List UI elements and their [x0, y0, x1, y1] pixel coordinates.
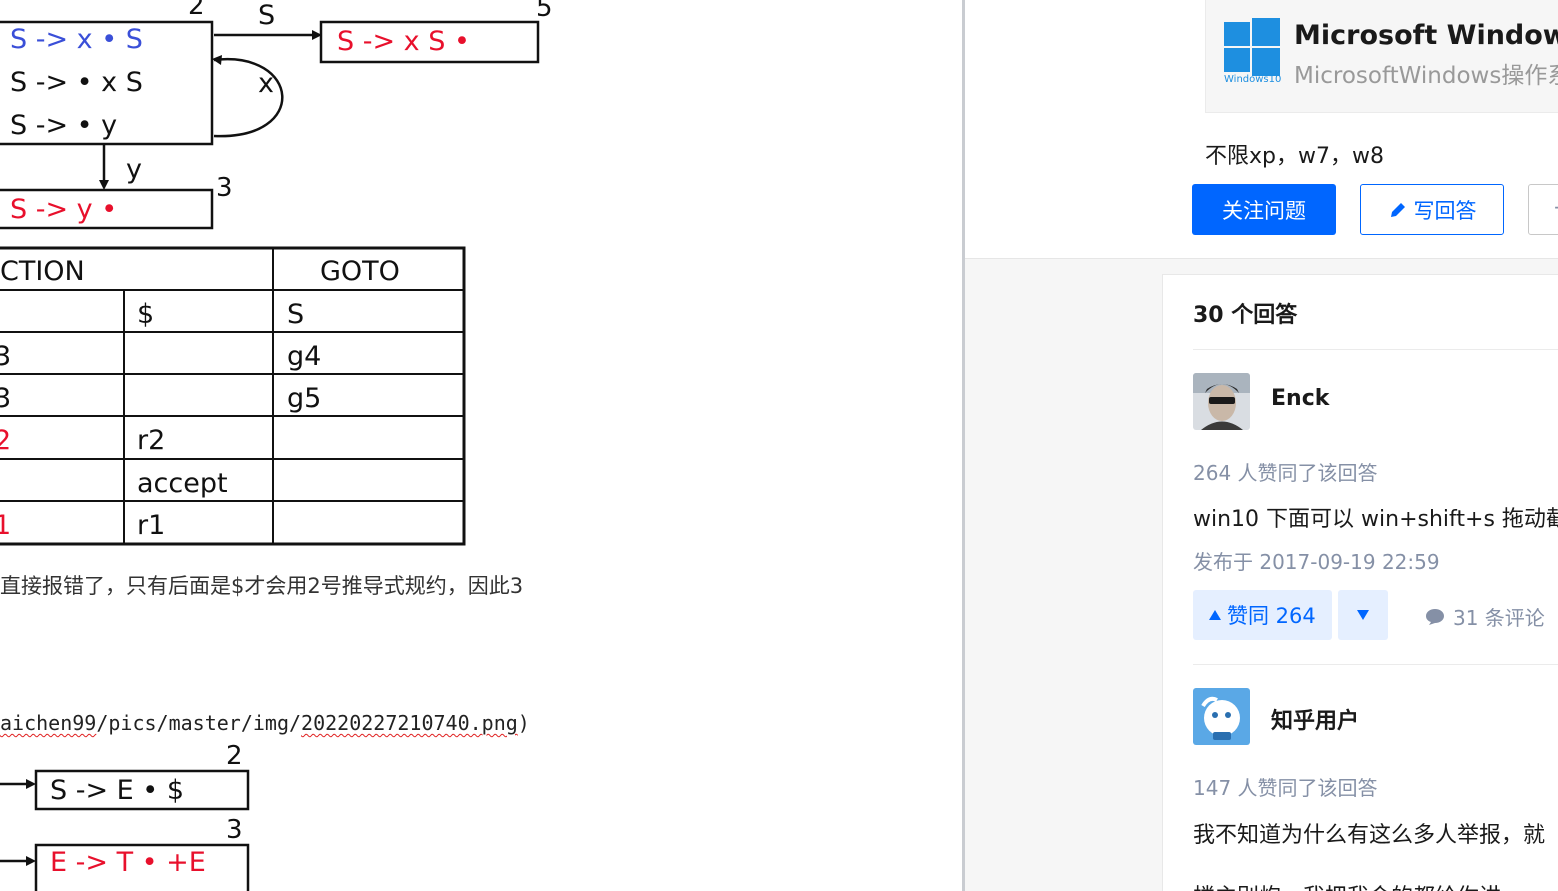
windows-logo-text: Windows10 [1224, 74, 1282, 85]
lr-state-diagram-bottom: 2 S -> E • $ 3 E -> T • +E [0, 741, 250, 891]
md-link-part-4: ) [517, 711, 530, 735]
write-answer-button[interactable]: 写回答 [1360, 184, 1504, 235]
answer-excerpt[interactable]: 我不知道为什么有这么多人举报，就 [1193, 817, 1545, 849]
md-link-part-1: aichen99 [0, 711, 97, 735]
state5-item: S -> x S • [337, 26, 470, 57]
avatar[interactable] [1193, 688, 1250, 745]
comments-label: 31 条评论 [1453, 606, 1545, 630]
invite-button[interactable]: + [1528, 184, 1558, 235]
votes-summary: 147 人赞同了该回答 [1193, 776, 1378, 800]
subheader-dollar: $ [137, 299, 154, 330]
divider [1193, 349, 1558, 350]
invite-button-label: + [1553, 195, 1558, 219]
default-avatar-icon [1193, 688, 1250, 745]
state3-bottom-item: E -> T • +E [50, 847, 206, 878]
windows-logo-icon [1224, 18, 1282, 76]
downvote-button[interactable] [1338, 590, 1388, 640]
state2-item-1: S -> x • S [10, 24, 143, 55]
publish-date[interactable]: 发布于 2017-09-19 22:59 [1193, 546, 1440, 575]
answers-count: 30 个回答 [1193, 303, 1298, 328]
left-document-pane: 2 S -> x • S S -> • x S S -> • y S 5 S -… [0, 0, 964, 891]
state-number-5: 5 [536, 0, 553, 23]
follow-question-button[interactable]: 关注问题 [1192, 184, 1336, 235]
zhihu-pane: Windows10 Microsoft Windows MicrosoftWin… [965, 0, 1558, 891]
answers-list: 30 个回答 Enck 264 人赞同了该回答 win10 下面可以 win+s… [1162, 274, 1558, 891]
parse-table: CTION GOTO $ S 3 g4 3 g5 2 r2 accept 1 r… [0, 246, 466, 546]
state-number-2: 2 [188, 0, 205, 21]
cell-r1-c3: g4 [287, 341, 321, 372]
edge-label-y: y [126, 154, 142, 185]
triangle-up-icon [1209, 610, 1221, 620]
md-link-part-2: /pics/master/img/ [96, 711, 302, 735]
cell-r2-c1: 3 [0, 383, 11, 414]
question-description: 不限xp，w7，w8 [1205, 144, 1384, 169]
lr-state-diagram-top: 2 S -> x • S S -> • x S S -> • y S 5 S -… [0, 0, 553, 230]
comment-bubble-icon [1426, 608, 1444, 625]
subheader-s: S [287, 299, 304, 330]
write-answer-label: 写回答 [1413, 198, 1477, 223]
state3-item: S -> y • [10, 194, 117, 225]
state2-item-3: S -> • y [10, 110, 117, 141]
state2-item-2: S -> • x S [10, 67, 143, 98]
comments-button[interactable]: 31 条评论 [1425, 602, 1545, 631]
cell-r1-c1: 3 [0, 341, 11, 372]
cell-r4-c2: accept [137, 468, 228, 499]
state-number-3-bottom: 3 [226, 815, 243, 845]
divider [1193, 664, 1558, 665]
upvote-label: 赞同 264 [1227, 604, 1316, 628]
body-text: 直接报错了，只有后面是$才会用2号推导式规约，因此3 [0, 574, 524, 598]
answer-excerpt[interactable]: win10 下面可以 win+shift+s 拖动截 [1193, 501, 1558, 533]
state-number-3: 3 [216, 173, 233, 203]
markdown-image-link[interactable]: aichen99/pics/master/img/20220227210740.… [0, 711, 530, 735]
author-name[interactable]: Enck [1271, 386, 1329, 411]
cell-r3-c1: 2 [0, 425, 11, 456]
md-link-part-3: 20220227210740.png [301, 711, 518, 735]
votes-summary: 264 人赞同了该回答 [1193, 461, 1378, 485]
cell-r5-c2: r1 [137, 510, 165, 541]
link-card-title: Microsoft Windows [1294, 20, 1558, 51]
upvote-button[interactable]: 赞同 264 [1193, 590, 1332, 640]
header-goto: GOTO [320, 256, 400, 287]
header-action: CTION [0, 256, 85, 287]
cell-r3-c2: r2 [137, 425, 165, 456]
link-card[interactable]: Windows10 Microsoft Windows MicrosoftWin… [1205, 0, 1558, 113]
answer-excerpt-line-2[interactable]: 楼主别炮，我把我会的都给你讲 [1193, 879, 1501, 891]
edge-label-s: S [258, 0, 275, 31]
triangle-down-icon [1357, 610, 1369, 620]
question-card: Windows10 Microsoft Windows MicrosoftWin… [965, 0, 1558, 259]
state2-bottom-item: S -> E • $ [50, 775, 184, 806]
avatar-image-icon [1193, 373, 1250, 430]
pencil-icon [1390, 202, 1405, 217]
edge-label-x: x [258, 68, 274, 99]
avatar[interactable] [1193, 373, 1250, 430]
cell-r2-c3: g5 [287, 383, 321, 414]
author-name[interactable]: 知乎用户 [1271, 703, 1359, 735]
link-card-subtitle: MicrosoftWindows操作系 [1294, 63, 1558, 89]
cell-r5-c1: 1 [0, 510, 11, 541]
state-number-2-bottom: 2 [226, 741, 243, 771]
